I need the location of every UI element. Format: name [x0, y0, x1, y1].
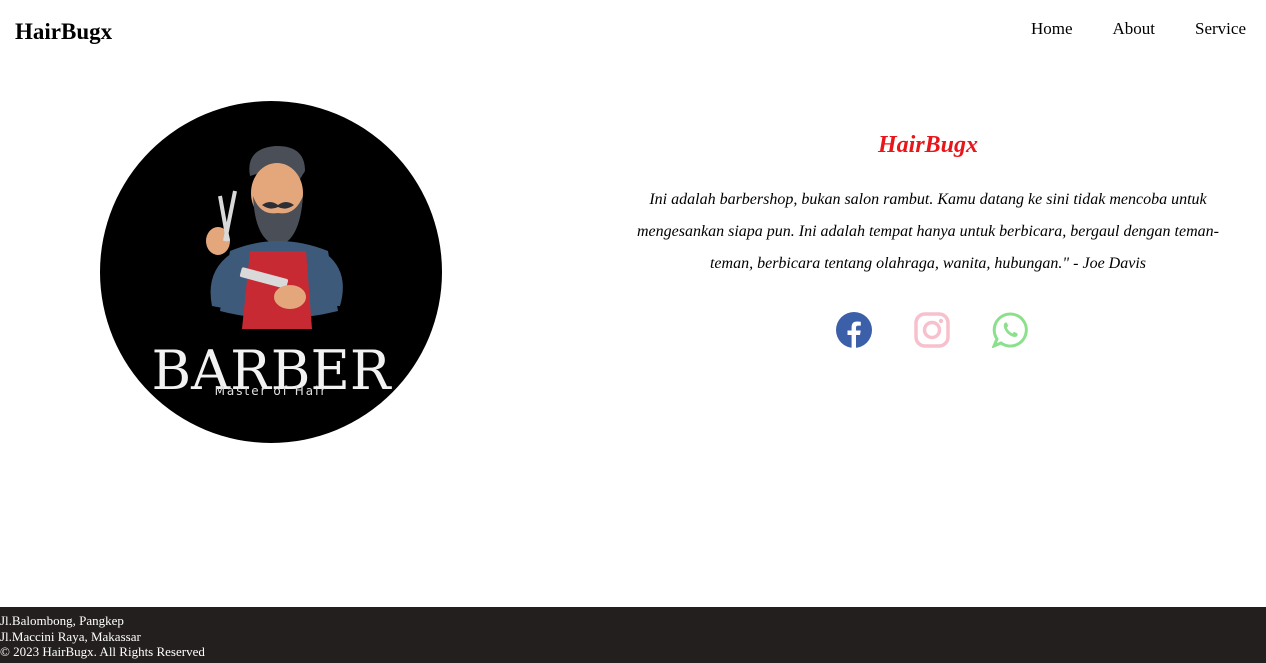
- brand-logo[interactable]: HairBugx: [15, 19, 112, 45]
- facebook-icon[interactable]: [836, 312, 872, 348]
- footer: Jl.Balombong, Pangkep Jl.Maccini Raya, M…: [0, 607, 1266, 663]
- about-quote: Ini adalah barbershop, bukan salon rambu…: [637, 191, 1219, 272]
- nav-home-link[interactable]: Home: [1031, 19, 1073, 39]
- footer-address-2: Jl.Maccini Raya, Makassar: [0, 628, 141, 644]
- logo-subtitle-text: Master of Hair: [215, 384, 328, 398]
- whatsapp-icon[interactable]: [991, 312, 1028, 349]
- footer-copyright: © 2023 HairBugx. All Rights Reserved: [0, 644, 205, 659]
- instagram-icon[interactable]: [914, 312, 950, 348]
- nav-about-link[interactable]: About: [1113, 19, 1156, 39]
- barber-logo-image: BARBER . Master of Hair: [100, 101, 442, 443]
- main-nav: Home About Service: [1031, 19, 1246, 39]
- barber-illustration: BARBER . Master of Hair: [151, 145, 392, 402]
- footer-address-1: Jl.Balombong, Pangkep: [0, 613, 124, 628]
- nav-service-link[interactable]: Service: [1195, 19, 1246, 39]
- about-title: HairBugx: [877, 132, 979, 158]
- social-links: [836, 312, 1028, 349]
